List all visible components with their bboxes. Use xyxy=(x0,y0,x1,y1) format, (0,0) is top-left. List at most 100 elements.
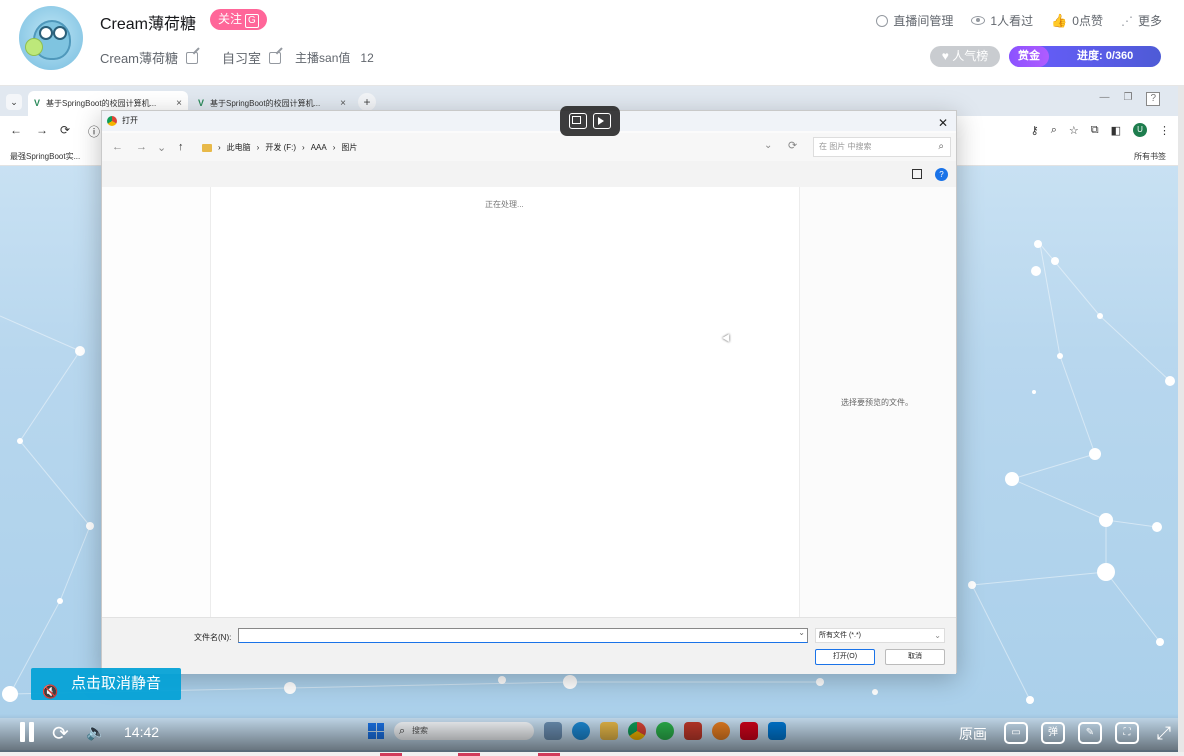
more-button[interactable]: ⋰ 更多 xyxy=(1121,12,1162,29)
follow-button[interactable]: 关注 G xyxy=(210,9,267,30)
dialog-bottom-panel: 文件名(N): ⌄ 所有文件 (*.*) ⌄ 打开(O) 取消 xyxy=(102,617,956,674)
dialog-back-icon[interactable]: ← xyxy=(112,141,123,153)
page-scrollbar[interactable] xyxy=(1178,86,1184,756)
dialog-forward-icon[interactable]: → xyxy=(136,141,147,153)
search-icon: ⌕ xyxy=(938,141,944,152)
eye-icon xyxy=(971,16,986,25)
mini-player-icon[interactable] xyxy=(593,113,611,129)
sub-name: Cream薄荷糖 xyxy=(100,51,179,66)
room-manage-button[interactable]: 直播间管理 xyxy=(876,12,953,29)
player-control-bar: ⟳ 🔈 14:42 原画 ▭ 弹 ✎ ⛶ ⤢ xyxy=(0,714,1184,756)
back-icon[interactable]: ← xyxy=(10,123,22,137)
open-button[interactable]: 打开(O) xyxy=(815,649,875,665)
unmute-label: 点击取消静音 xyxy=(71,675,162,692)
refresh-icon[interactable]: ⟳ xyxy=(788,139,797,152)
video-player[interactable]: ⌄ V 基于SpringBoot的校园计算机... × V 基于SpringBo… xyxy=(0,86,1184,756)
danmaku-send-icon[interactable]: ✎ xyxy=(1078,722,1102,744)
popularity-rank-badge[interactable]: ♥ 人气榜 xyxy=(930,46,1000,67)
reward-progress[interactable]: 赏金 进度: 0/360 xyxy=(1009,46,1161,67)
danmaku-toggle-icon[interactable]: 弹 xyxy=(1041,722,1065,744)
dialog-recent-icon[interactable]: ⌄ xyxy=(157,141,166,154)
pip-controls xyxy=(560,106,620,136)
thumb-up-icon: 👍 xyxy=(1051,12,1068,28)
streamer-avatar[interactable] xyxy=(19,6,83,70)
room-title: 自习室 xyxy=(222,51,262,66)
dialog-command-bar: ? xyxy=(102,161,956,187)
danmaku-settings-icon[interactable]: ▭ xyxy=(1004,722,1028,744)
follow-label: 关注 xyxy=(218,12,243,26)
path-segment[interactable]: 开发 (F:) xyxy=(265,142,296,153)
all-bookmarks[interactable]: 所有书签 xyxy=(1134,151,1166,162)
dialog-title-bar: 打开 ✕ xyxy=(102,111,956,131)
filename-input[interactable]: ⌄ xyxy=(238,628,808,643)
site-info-icon[interactable]: ⓘ xyxy=(88,123,100,140)
viewers-label: 1人看过 xyxy=(990,14,1034,28)
address-dropdown-icon[interactable]: ⌄ xyxy=(764,140,772,151)
bookmark-item[interactable]: 最强SpringBoot实... xyxy=(10,151,80,162)
file-list-area[interactable] xyxy=(210,187,800,617)
new-tab-button[interactable]: + xyxy=(358,93,376,111)
room-info-line: Cream薄荷糖 自习室 主播san值 12 xyxy=(100,48,374,67)
forward-icon[interactable]: → xyxy=(36,123,48,137)
refresh-stream-icon[interactable]: ⟳ xyxy=(52,721,69,746)
chrome-icon xyxy=(107,116,117,126)
like-button[interactable]: 👍 0点赞 xyxy=(1051,12,1103,29)
dialog-title: 打开 xyxy=(122,116,138,125)
filename-label: 文件名(N): xyxy=(194,633,232,642)
webfullscreen-icon[interactable]: ⛶ xyxy=(1115,722,1139,744)
sidebar-icon[interactable]: ◧ xyxy=(1111,124,1121,137)
filetype-value: 所有文件 (*.*) xyxy=(819,632,861,639)
tab-search-button[interactable]: ⌄ xyxy=(6,94,22,110)
path-segment[interactable]: 图片 xyxy=(341,142,357,153)
streamer-name[interactable]: Cream薄荷糖 xyxy=(100,10,196,34)
pause-icon[interactable] xyxy=(18,722,36,742)
menu-icon[interactable]: ⋮ xyxy=(1159,124,1170,137)
extensions-icon[interactable]: ⧉ xyxy=(1091,124,1099,137)
star-icon[interactable]: ☆ xyxy=(1069,124,1079,137)
path-segment[interactable]: AAA xyxy=(311,143,327,152)
preview-pane-icon[interactable] xyxy=(912,169,922,179)
picture-in-picture-icon[interactable] xyxy=(569,113,587,129)
edit-name-icon[interactable] xyxy=(186,51,199,64)
player-right-controls: ▭ 弹 ✎ ⛶ ⤢ xyxy=(1004,722,1176,744)
dialog-up-icon[interactable]: ↑ xyxy=(178,141,184,153)
path-segment[interactable]: 此电脑 xyxy=(227,142,251,153)
dialog-help-icon[interactable]: ? xyxy=(935,168,948,181)
dialog-close-icon[interactable]: ✕ xyxy=(938,113,948,133)
volume-muted-icon[interactable]: 🔈 xyxy=(86,722,106,742)
filetype-dropdown-icon: ⌄ xyxy=(934,631,941,640)
minimize-icon[interactable]: — xyxy=(1099,92,1109,106)
toolbar-icons: ⚷ ⌕ ☆ ⧉ ◧ U ⋮ xyxy=(1031,123,1170,137)
san-label: 主播san值 xyxy=(295,51,351,65)
path-separator: › xyxy=(332,143,336,152)
like-label: 0点赞 xyxy=(1072,14,1103,28)
edit-title-icon[interactable] xyxy=(269,51,282,64)
reload-icon[interactable]: ⟳ xyxy=(60,123,70,137)
fullscreen-icon[interactable]: ⤢ xyxy=(1152,722,1176,744)
file-open-dialog: 打开 ✕ ← → ⌄ ↑ › 此电脑 › 开发 (F:) › AAA › 图片 xyxy=(101,110,957,674)
address-path[interactable]: › 此电脑 › 开发 (F:) › AAA › 图片 xyxy=(202,142,357,153)
navigation-pane[interactable] xyxy=(102,187,210,617)
help-icon[interactable]: ? xyxy=(1146,92,1160,106)
filetype-select[interactable]: 所有文件 (*.*) ⌄ xyxy=(815,628,945,643)
settings-icon xyxy=(876,14,889,27)
dialog-search-input[interactable]: 在 图片 中搜索 ⌕ xyxy=(813,137,951,157)
restore-icon[interactable]: ❐ xyxy=(1123,92,1132,106)
share-icon: ⋰ xyxy=(1120,13,1133,28)
cancel-button[interactable]: 取消 xyxy=(885,649,945,665)
filename-dropdown-icon[interactable]: ⌄ xyxy=(798,628,805,637)
key-icon[interactable]: ⚷ xyxy=(1031,124,1039,137)
tab-title-1: 基于SpringBoot的校园计算机... xyxy=(46,99,157,108)
address-row: ← → ⌄ ↑ › 此电脑 › 开发 (F:) › AAA › 图片 ⌄ ⟳ 在… xyxy=(102,133,956,161)
muted-speaker-icon: 🔇 xyxy=(42,684,59,699)
reward-label: 赏金 xyxy=(1009,46,1049,67)
bottom-strip xyxy=(0,752,1184,756)
search-placeholder: 在 图片 中搜索 xyxy=(819,142,872,151)
quality-button[interactable]: 原画 xyxy=(959,724,987,744)
zoom-icon[interactable]: ⌕ xyxy=(1051,124,1057,137)
profile-avatar[interactable]: U xyxy=(1133,123,1147,137)
unmute-tip[interactable]: 🔇 点击取消静音 xyxy=(31,668,181,700)
path-separator: › xyxy=(256,143,260,152)
path-separator: › xyxy=(218,143,221,152)
processing-text: 正在处理... xyxy=(485,200,524,209)
